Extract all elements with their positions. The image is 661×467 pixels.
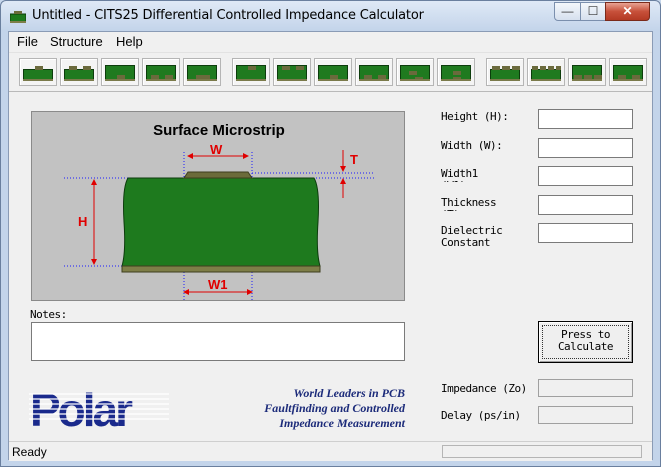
width-label: Width (W):: [441, 139, 503, 152]
polar-logo: Polar: [29, 384, 169, 434]
status-pane: [442, 445, 642, 458]
delay-label: Delay (ps/in): [441, 409, 521, 422]
application-window: Untitled - CITS25 Differential Controlle…: [0, 0, 661, 467]
company-tagline: World Leaders in PCB Faultfinding and Co…: [241, 386, 405, 431]
thickness-input[interactable]: [538, 195, 633, 215]
height-input[interactable]: [538, 109, 633, 129]
h-label: H: [78, 214, 88, 229]
dual-stripline-structure-icon[interactable]: [396, 58, 434, 86]
pcb-app-icon: [10, 11, 26, 23]
broadside-stripline-structure-icon[interactable]: [437, 58, 475, 86]
tagline-line: Impedance Measurement: [279, 416, 405, 430]
client-area: File Structure Help Surface Microstrip W…: [8, 31, 653, 461]
signal-trace: [183, 171, 253, 179]
tagline-line: Faultfinding and Controlled: [264, 401, 405, 415]
structure-toolbar: [9, 53, 652, 92]
microstrip-cross-section: [64, 150, 374, 300]
close-button[interactable]: ✕: [605, 2, 650, 21]
menu-file[interactable]: File: [17, 34, 38, 49]
w-label: W: [210, 142, 223, 157]
status-bar: Ready: [9, 441, 652, 461]
menu-bar: File Structure Help: [9, 32, 652, 53]
delay-output: [538, 406, 633, 424]
calculate-button-label: Press to Calculate: [539, 329, 632, 353]
calculate-label-line2: Calculate: [557, 340, 614, 353]
impedance-output: [538, 379, 633, 397]
impedance-label: Impedance (Zo): [441, 382, 527, 395]
menu-structure[interactable]: Structure: [50, 34, 103, 49]
coplanar-pair-structure-icon[interactable]: [527, 58, 565, 86]
calculate-button[interactable]: Press to Calculate: [538, 321, 633, 363]
maximize-button[interactable]: ☐: [580, 2, 606, 21]
structure-diagram: Surface Microstrip W W1 H T: [31, 111, 405, 301]
surface-microstrip-pair-structure-icon[interactable]: [60, 58, 98, 86]
dielectric-constant-label: Dielectric Constant (Er):: [441, 225, 503, 250]
width1-input[interactable]: [538, 166, 633, 186]
t-label: T: [350, 152, 358, 167]
coplanar-structure-icon[interactable]: [486, 58, 524, 86]
dielectric-constant-input[interactable]: [538, 223, 633, 243]
notes-field[interactable]: [31, 322, 405, 361]
title-bar[interactable]: Untitled - CITS25 Differential Controlle…: [1, 1, 660, 31]
window-title: Untitled - CITS25 Differential Controlle…: [32, 8, 424, 23]
offset-stripline-pair-structure-icon[interactable]: [355, 58, 393, 86]
coated-microstrip-structure-icon[interactable]: [183, 58, 221, 86]
stripline-structure-icon[interactable]: [232, 58, 270, 86]
surface-microstrip-structure-icon[interactable]: [19, 58, 57, 86]
ground-plane: [121, 265, 321, 273]
stripline-pair-structure-icon[interactable]: [273, 58, 311, 86]
height-label: Height (H):: [441, 110, 509, 123]
embedded-microstrip-structure-icon[interactable]: [101, 58, 139, 86]
embedded-coplanar-structure-icon[interactable]: [568, 58, 606, 86]
notes-label: Notes:: [30, 308, 67, 321]
thickness-label: Thickness (T):: [441, 197, 497, 211]
width-input[interactable]: [538, 138, 633, 158]
menu-help[interactable]: Help: [116, 34, 143, 49]
minimize-button[interactable]: —: [554, 2, 581, 21]
coplanar-waveguide-structure-icon[interactable]: [609, 58, 647, 86]
embedded-microstrip-pair-structure-icon[interactable]: [142, 58, 180, 86]
dielectric-substrate: [121, 177, 321, 267]
tagline-line: World Leaders in PCB: [293, 386, 405, 400]
w1-label: W1: [208, 277, 228, 292]
offset-stripline-structure-icon[interactable]: [314, 58, 352, 86]
status-text: Ready: [12, 445, 47, 459]
width1-label: Width1 (W1):: [441, 168, 478, 182]
